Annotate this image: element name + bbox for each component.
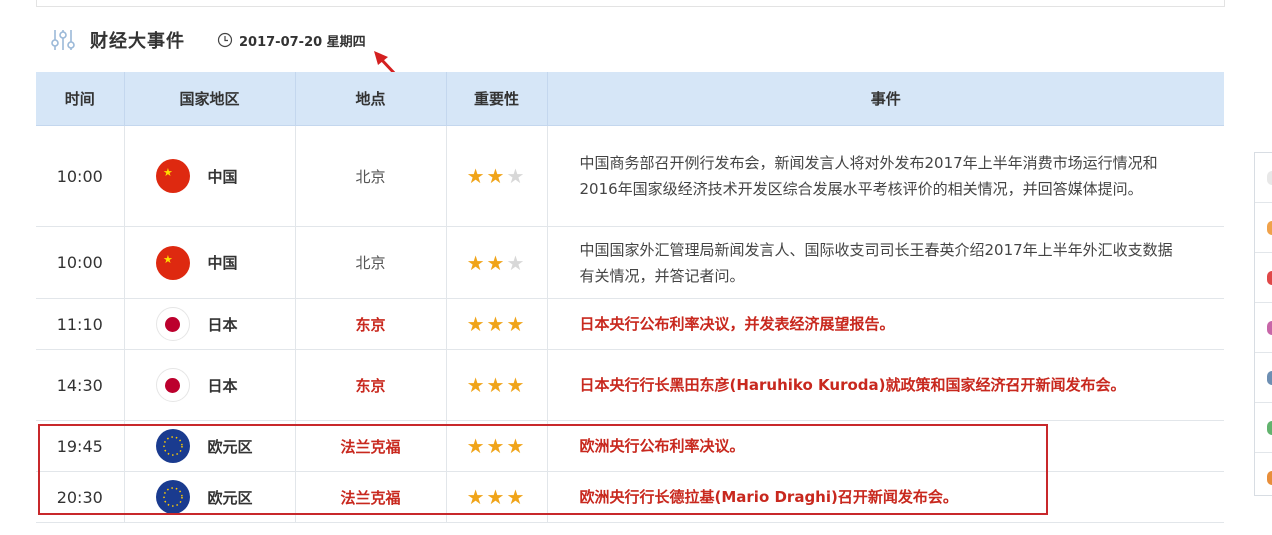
event-cell: 日本央行公布利率决议，并发表经济展望报告。 — [547, 298, 1224, 350]
event-cell: 日本央行行长黑田东彦(Haruhiko Kuroda)就政策和国家经济召开新闻发… — [547, 349, 1224, 421]
column-header-time: 时间 — [36, 72, 125, 126]
country-cell: 日本 — [124, 349, 296, 421]
country-cell: 日本 — [124, 298, 296, 350]
star-icon: ★ — [466, 434, 487, 458]
location-cell: 北京 — [295, 226, 447, 299]
location-cell: 北京 — [295, 125, 447, 227]
star-icon: ★ — [506, 485, 527, 509]
country-name: 中国 — [207, 254, 238, 272]
importance-cell: ★★★ — [446, 471, 548, 523]
event-cell: 中国商务部召开例行发布会，新闻发言人将对外发布2017年上半年消费市场运行情况和… — [547, 125, 1224, 227]
time-cell: 19:45 — [36, 420, 125, 472]
star-icon: ★ — [506, 164, 527, 188]
japan-flag-icon — [155, 368, 190, 402]
country-name: 日本 — [207, 376, 238, 395]
side-dot-icon — [1267, 271, 1272, 285]
svg-text:★: ★ — [163, 253, 173, 266]
table-row: 19:45 欧元区 法兰克福 ★★★ 欧洲央行公布利率决议。 — [36, 420, 1224, 472]
location-cell: 东京 — [295, 349, 447, 421]
country-name: 中国 — [207, 167, 238, 186]
table-row: 14:30 日本 东京 ★★★ 日本央行行长黑田东彦(Haruhiko Kuro… — [36, 349, 1224, 421]
time-cell: 14:30 — [36, 349, 125, 421]
star-icon: ★ — [466, 312, 487, 336]
table-header-row: 时间 国家地区 地点 重要性 事件 — [36, 72, 1224, 126]
star-icon: ★ — [506, 373, 527, 397]
table-row: 11:10 日本 东京 ★★★ 日本央行公布利率决议，并发表经济展望报告。 — [36, 298, 1224, 350]
star-icon: ★ — [506, 250, 527, 275]
time-cell: 20:30 — [36, 471, 125, 523]
importance-cell: ★★★ — [446, 349, 548, 421]
country-name: 日本 — [207, 315, 238, 334]
star-icon: ★ — [486, 434, 507, 458]
location-cell: 东京 — [295, 298, 447, 350]
importance-cell: ★★★ — [446, 420, 548, 472]
importance-stars: ★★★ — [467, 251, 527, 275]
importance-stars: ★★★ — [467, 485, 527, 509]
importance-stars: ★★★ — [467, 373, 527, 397]
event-cell: 欧洲央行行长德拉基(Mario Draghi)召开新闻发布会。 — [547, 471, 1224, 523]
japan-flag-icon — [155, 307, 190, 341]
side-dot-icon — [1267, 321, 1272, 335]
time-cell: 10:00 — [36, 226, 125, 299]
country-name: 欧元区 — [207, 437, 253, 456]
side-dot-icon — [1267, 471, 1272, 485]
importance-cell: ★★★ — [446, 298, 548, 350]
event-cell: 欧洲央行公布利率决议。 — [547, 420, 1224, 472]
location-cell: 法兰克福 — [295, 420, 447, 472]
svg-text:★: ★ — [163, 166, 173, 179]
star-icon: ★ — [486, 485, 507, 509]
country-name: 欧元区 — [207, 488, 253, 507]
column-header-country: 国家地区 — [124, 72, 296, 126]
star-icon: ★ — [486, 312, 507, 336]
column-header-importance: 重要性 — [446, 72, 548, 126]
star-icon: ★ — [506, 434, 527, 458]
event-cell: 中国国家外汇管理局新闻发言人、国际收支司司长王春英介绍2017年上半年外汇收支数… — [547, 226, 1224, 299]
column-header-location: 地点 — [295, 72, 447, 126]
time-cell: 11:10 — [36, 298, 125, 350]
table-row: 10:00 ★ 中国 北京 ★★★ 中国商务部召开例行发布会，新闻发言人将对外发… — [36, 125, 1224, 227]
location-cell: 法兰克福 — [295, 471, 447, 523]
country-cell: 欧元区 — [124, 420, 296, 472]
column-header-event: 事件 — [547, 72, 1224, 126]
side-widget[interactable] — [1254, 152, 1272, 496]
clock-icon — [217, 32, 233, 48]
events-table: 时间 国家地区 地点 重要性 事件 10:00 ★ 中国 北京 ★★★ 中国商务… — [36, 72, 1224, 523]
importance-cell: ★★★ — [446, 226, 548, 299]
eu-flag-icon — [155, 429, 190, 463]
top-panel-edge — [36, 0, 1225, 7]
sliders-icon — [50, 27, 76, 53]
country-cell: ★ 中国 — [124, 226, 296, 299]
importance-cell: ★★★ — [446, 125, 548, 227]
star-icon: ★ — [466, 485, 487, 509]
importance-stars: ★★★ — [467, 434, 527, 458]
side-dot-icon — [1267, 421, 1272, 435]
eu-flag-icon — [155, 480, 190, 514]
star-icon: ★ — [466, 250, 487, 275]
country-cell: ★ 中国 — [124, 125, 296, 227]
table-row: 20:30 欧元区 法兰克福 ★★★ 欧洲央行行长德拉基(Mario Dragh… — [36, 471, 1224, 523]
star-icon: ★ — [486, 373, 507, 397]
importance-stars: ★★★ — [467, 164, 527, 188]
side-dot-icon — [1267, 221, 1272, 235]
side-dot-icon — [1267, 171, 1272, 185]
time-cell: 10:00 — [36, 125, 125, 227]
section-header: 财经大事件 2017-07-20 星期四 — [50, 26, 366, 54]
country-cell: 欧元区 — [124, 471, 296, 523]
section-title: 财经大事件 — [90, 31, 185, 52]
star-icon: ★ — [466, 164, 487, 188]
star-icon: ★ — [506, 312, 527, 336]
date-label[interactable]: 2017-07-20 星期四 — [239, 31, 366, 50]
china-flag-icon: ★ — [155, 245, 190, 280]
side-dot-icon — [1267, 371, 1272, 385]
star-icon: ★ — [466, 373, 487, 397]
table-row: 10:00 ★ 中国 北京 ★★★ 中国国家外汇管理局新闻发言人、国际收支司司长… — [36, 226, 1224, 299]
importance-stars: ★★★ — [467, 312, 527, 336]
star-icon: ★ — [486, 250, 507, 275]
star-icon: ★ — [486, 164, 507, 188]
china-flag-icon: ★ — [155, 159, 190, 193]
